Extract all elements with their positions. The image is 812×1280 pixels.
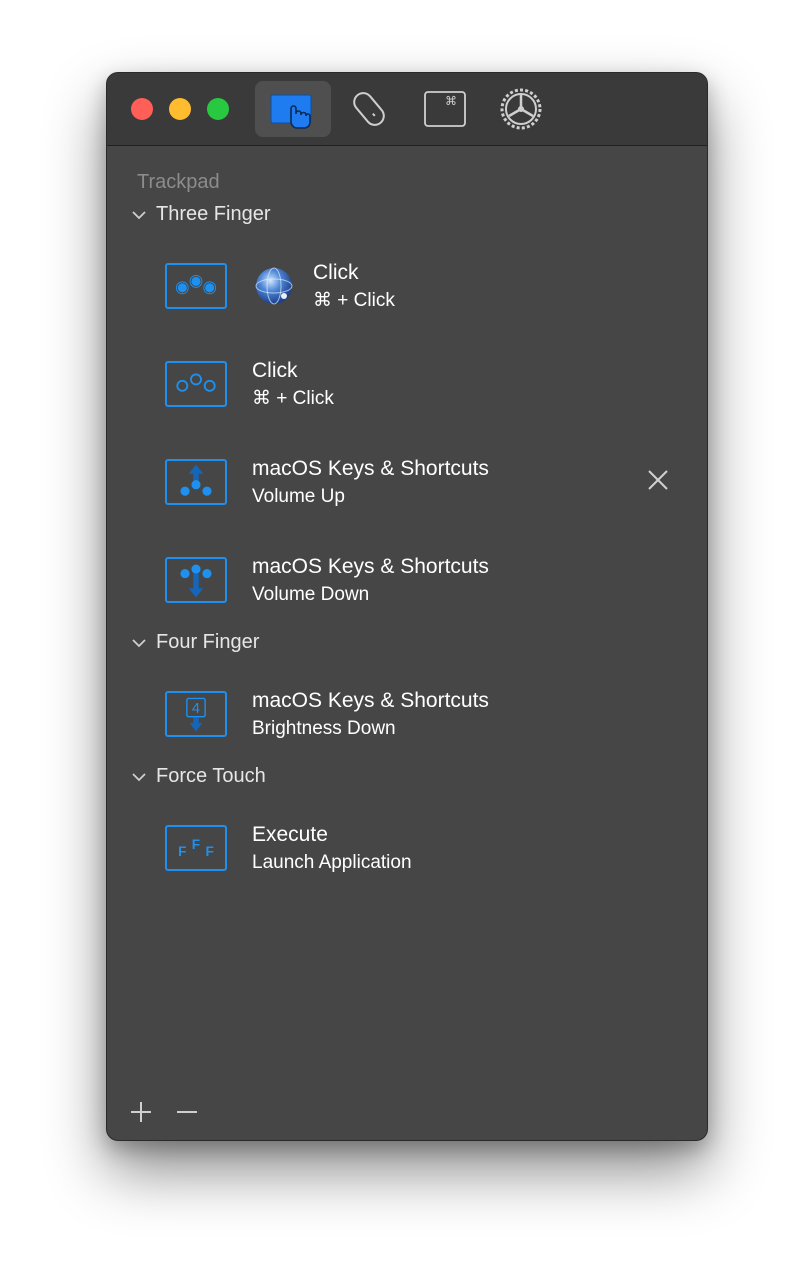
- item-subtitle: Brightness Down: [252, 718, 396, 739]
- globe-app-icon: [255, 267, 293, 305]
- app-window: ⌘ Trackpad Three Finger Click ⌘ + Click …: [106, 72, 708, 1141]
- settings-gear-icon: [500, 88, 542, 130]
- section-title: Trackpad: [137, 171, 220, 193]
- chevron-down-icon: [132, 772, 146, 781]
- chevron-down-icon: [132, 210, 146, 219]
- gesture-label: F: [206, 844, 214, 859]
- close-window-button[interactable]: [131, 98, 153, 120]
- force-touch-icon: F F F: [165, 825, 227, 871]
- three-finger-click-icon: [165, 263, 227, 309]
- three-finger-click-outline-icon: [165, 361, 227, 407]
- item-subtitle: ⌘ + Click: [252, 388, 334, 409]
- list-item[interactable]: 4 macOS Keys & Shortcuts Brightness Down: [165, 681, 685, 757]
- item-title: macOS Keys & Shortcuts: [252, 457, 489, 480]
- title-bar: ⌘: [107, 73, 707, 146]
- group-label: Four Finger: [156, 631, 260, 653]
- group-force-touch[interactable]: Force Touch: [131, 765, 266, 788]
- keyboard-icon: ⌘: [424, 91, 466, 127]
- bottom-toolbar: [107, 1086, 707, 1140]
- close-icon[interactable]: [647, 469, 669, 491]
- item-subtitle: Launch Application: [252, 852, 412, 873]
- minimize-window-button[interactable]: [169, 98, 191, 120]
- tab-settings[interactable]: [483, 81, 559, 137]
- list-item[interactable]: macOS Keys & Shortcuts Volume Down: [165, 547, 685, 623]
- list-item[interactable]: Click ⌘ + Click: [165, 351, 685, 427]
- item-title: Execute: [252, 823, 328, 846]
- three-finger-swipe-up-icon: [165, 459, 227, 505]
- zoom-window-button[interactable]: [207, 98, 229, 120]
- three-finger-swipe-down-icon: [165, 557, 227, 603]
- item-title: Click: [252, 359, 298, 382]
- add-icon[interactable]: [129, 1100, 153, 1124]
- item-title: macOS Keys & Shortcuts: [252, 555, 489, 578]
- item-subtitle: ⌘ + Click: [313, 290, 395, 311]
- gesture-label: 4: [192, 701, 200, 717]
- chevron-down-icon: [132, 638, 146, 647]
- tab-trackpad[interactable]: [255, 81, 331, 137]
- gesture-label: F: [192, 837, 200, 852]
- list-item[interactable]: macOS Keys & Shortcuts Volume Up: [165, 449, 685, 525]
- item-subtitle: Volume Up: [252, 486, 345, 507]
- trackpad-icon: [270, 94, 312, 129]
- group-label: Force Touch: [156, 765, 266, 787]
- mouse-icon: [353, 92, 385, 126]
- group-four-finger[interactable]: Four Finger: [131, 631, 259, 654]
- group-label: Three Finger: [156, 203, 271, 225]
- remove-icon[interactable]: [175, 1100, 199, 1124]
- gesture-label: F: [178, 844, 186, 859]
- four-finger-swipe-down-icon: 4: [165, 691, 227, 737]
- item-title: Click: [313, 261, 359, 284]
- tab-mouse[interactable]: [331, 81, 407, 137]
- list-item[interactable]: F F F Execute Launch Application: [165, 815, 685, 891]
- tab-keyboard[interactable]: ⌘: [407, 81, 483, 137]
- item-title: macOS Keys & Shortcuts: [252, 689, 489, 712]
- item-subtitle: Volume Down: [252, 584, 370, 605]
- keyboard-command-glyph: ⌘: [445, 94, 457, 108]
- group-three-finger[interactable]: Three Finger: [131, 203, 271, 226]
- list-item[interactable]: Click ⌘ + Click: [165, 253, 685, 329]
